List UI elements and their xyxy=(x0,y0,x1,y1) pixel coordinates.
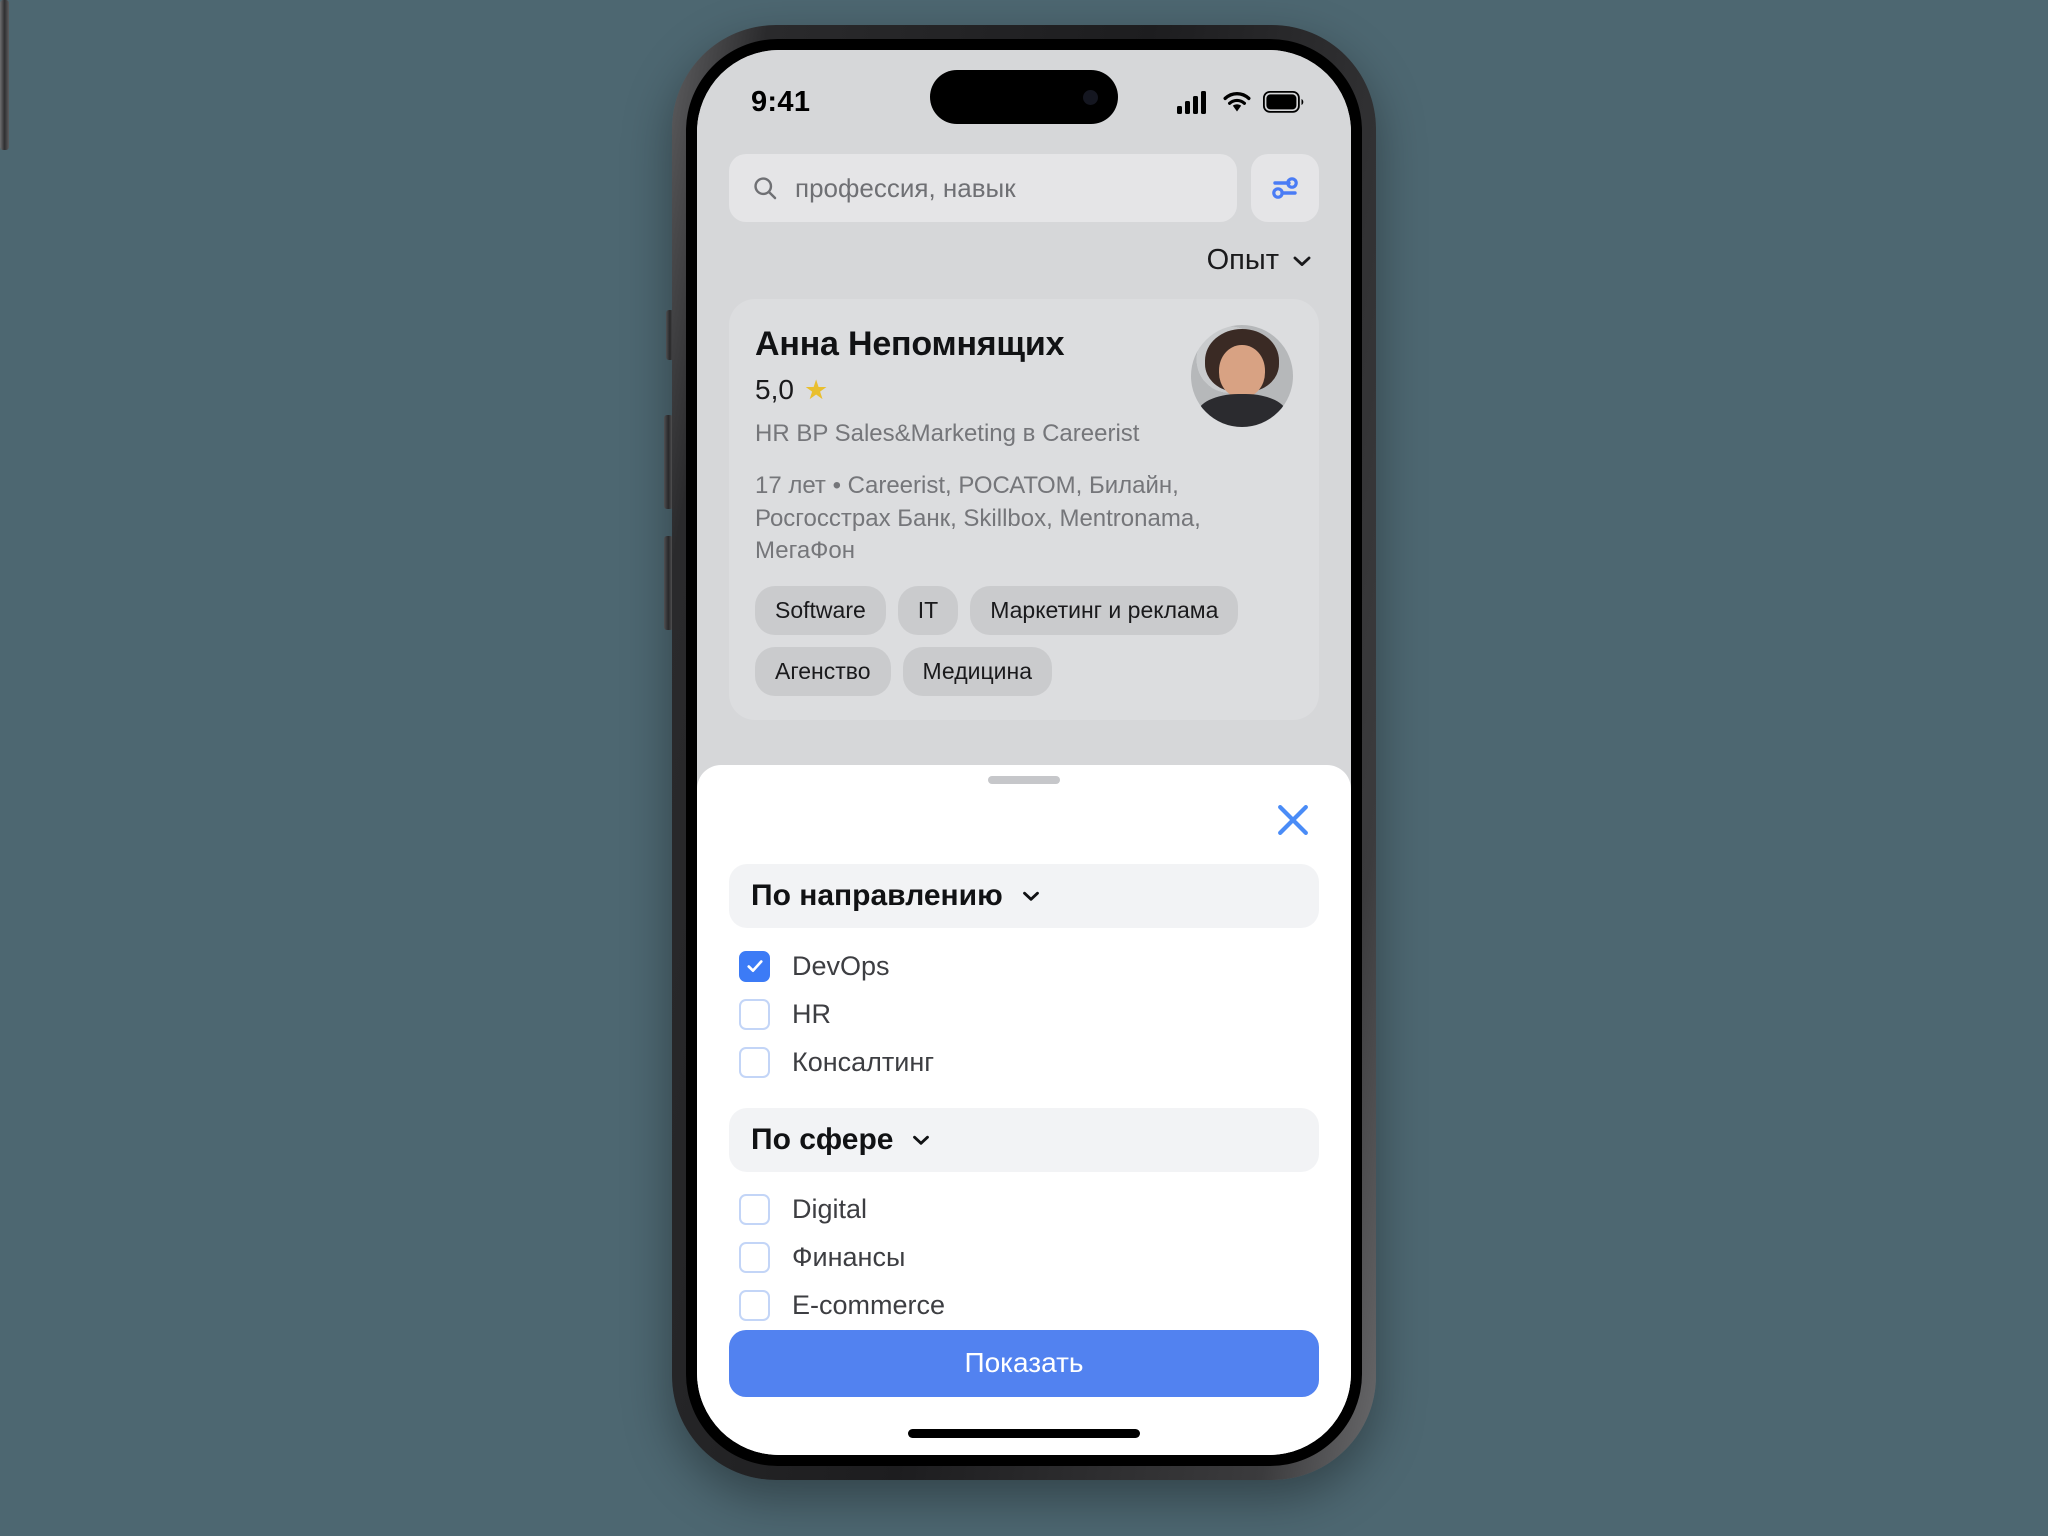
person-header: Анна Непомнящих 5,0 ★ HR BP Sales&Market… xyxy=(755,325,1293,448)
option-row[interactable]: Финансы xyxy=(729,1234,1319,1282)
person-tags: Software IT Маркетинг и реклама Агенство… xyxy=(755,585,1293,696)
status-time: 9:41 xyxy=(751,85,811,118)
option-label: Финансы xyxy=(792,1242,906,1273)
close-icon xyxy=(1278,805,1308,836)
checkbox-unchecked[interactable] xyxy=(739,1046,770,1078)
power-button[interactable] xyxy=(0,0,9,150)
tag-chip[interactable]: IT xyxy=(897,585,959,635)
avatar xyxy=(1191,325,1293,427)
dynamic-island xyxy=(930,70,1118,124)
experience-sort-label: Опыт xyxy=(1206,244,1279,276)
option-row[interactable]: E-commerce xyxy=(729,1282,1319,1330)
checkbox-unchecked[interactable] xyxy=(739,1242,770,1274)
phone-screen: 9:41 профессия, навык Опыт Анна Непомнящ… xyxy=(697,50,1351,1455)
option-row[interactable]: HR xyxy=(729,990,1319,1038)
option-row[interactable]: Консалтинг xyxy=(729,1038,1319,1086)
search-row: профессия, навык xyxy=(697,134,1351,222)
page-root: 9:41 профессия, навык Опыт Анна Непомнящ… xyxy=(0,0,2048,1536)
search-icon xyxy=(754,177,777,200)
checkbox-checked[interactable] xyxy=(739,950,770,982)
status-icons xyxy=(1177,90,1305,114)
chevron-down-icon xyxy=(1293,256,1311,266)
tag-chip[interactable]: Агенство xyxy=(755,646,891,696)
phone-bezel: 9:41 профессия, навык Опыт Анна Непомнящ… xyxy=(686,39,1362,1466)
option-label: HR xyxy=(792,998,831,1029)
close-button[interactable] xyxy=(1271,798,1315,842)
tag-chip[interactable]: Software xyxy=(755,585,886,635)
rating-value: 5,0 xyxy=(755,374,794,405)
search-input[interactable]: профессия, навык xyxy=(729,154,1237,222)
checkbox-unchecked[interactable] xyxy=(739,1194,770,1226)
front-camera xyxy=(1083,89,1098,105)
person-card[interactable]: Анна Непомнящих 5,0 ★ HR BP Sales&Market… xyxy=(729,299,1319,720)
chevron-down-icon xyxy=(1022,892,1039,901)
tag-chip[interactable]: Маркетинг и реклама xyxy=(970,585,1239,635)
drag-handle[interactable] xyxy=(988,776,1060,785)
filter-button[interactable] xyxy=(1251,154,1319,222)
option-row[interactable]: Digital xyxy=(729,1186,1319,1234)
option-list-direction: DevOps HR Консалтинг xyxy=(729,942,1319,1086)
checkbox-unchecked[interactable] xyxy=(739,1290,770,1322)
experience-sort-control[interactable]: Опыт xyxy=(697,222,1351,277)
section-header-direction[interactable]: По направлению xyxy=(729,864,1319,929)
option-list-sphere: Digital Финансы E-commerce xyxy=(729,1186,1319,1330)
search-placeholder: профессия, навык xyxy=(795,172,1016,203)
avatar-body xyxy=(1197,394,1287,427)
check-icon xyxy=(746,960,763,973)
battery-icon xyxy=(1263,91,1304,113)
show-results-button[interactable]: Показать xyxy=(729,1329,1319,1397)
avatar-face xyxy=(1218,345,1266,399)
section-header-sphere[interactable]: По сфере xyxy=(729,1108,1319,1172)
cellular-signal-icon xyxy=(1177,91,1206,114)
option-label: E-commerce xyxy=(792,1290,946,1321)
section-title: По сфере xyxy=(751,1122,894,1156)
person-name: Анна Непомнящих xyxy=(755,325,1065,363)
person-experience: 17 лет • Careerist, РОСАТОМ, Билайн, Рос… xyxy=(755,472,1201,565)
person-title: HR BP Sales&Marketing в Careerist xyxy=(755,420,1140,447)
section-title: По направлению xyxy=(751,879,1003,913)
person-rating: 5,0 ★ xyxy=(755,374,1139,406)
tag-chip[interactable]: Медицина xyxy=(902,646,1053,696)
home-indicator[interactable] xyxy=(908,1429,1140,1438)
option-label: Digital xyxy=(792,1194,868,1225)
person-info: Анна Непомнящих 5,0 ★ HR BP Sales&Market… xyxy=(755,325,1139,448)
wifi-icon xyxy=(1223,91,1251,112)
option-label: Консалтинг xyxy=(792,1046,935,1077)
filter-bottom-sheet: По направлению DevOps HR Консалтинг По с… xyxy=(697,765,1351,1455)
option-row[interactable]: DevOps xyxy=(729,942,1319,990)
chevron-down-icon xyxy=(913,1135,930,1145)
star-icon: ★ xyxy=(803,374,829,405)
phone-frame: 9:41 профессия, навык Опыт Анна Непомнящ… xyxy=(672,25,1376,1480)
sliders-icon xyxy=(1272,177,1298,199)
option-label: DevOps xyxy=(792,950,890,981)
checkbox-unchecked[interactable] xyxy=(739,998,770,1030)
